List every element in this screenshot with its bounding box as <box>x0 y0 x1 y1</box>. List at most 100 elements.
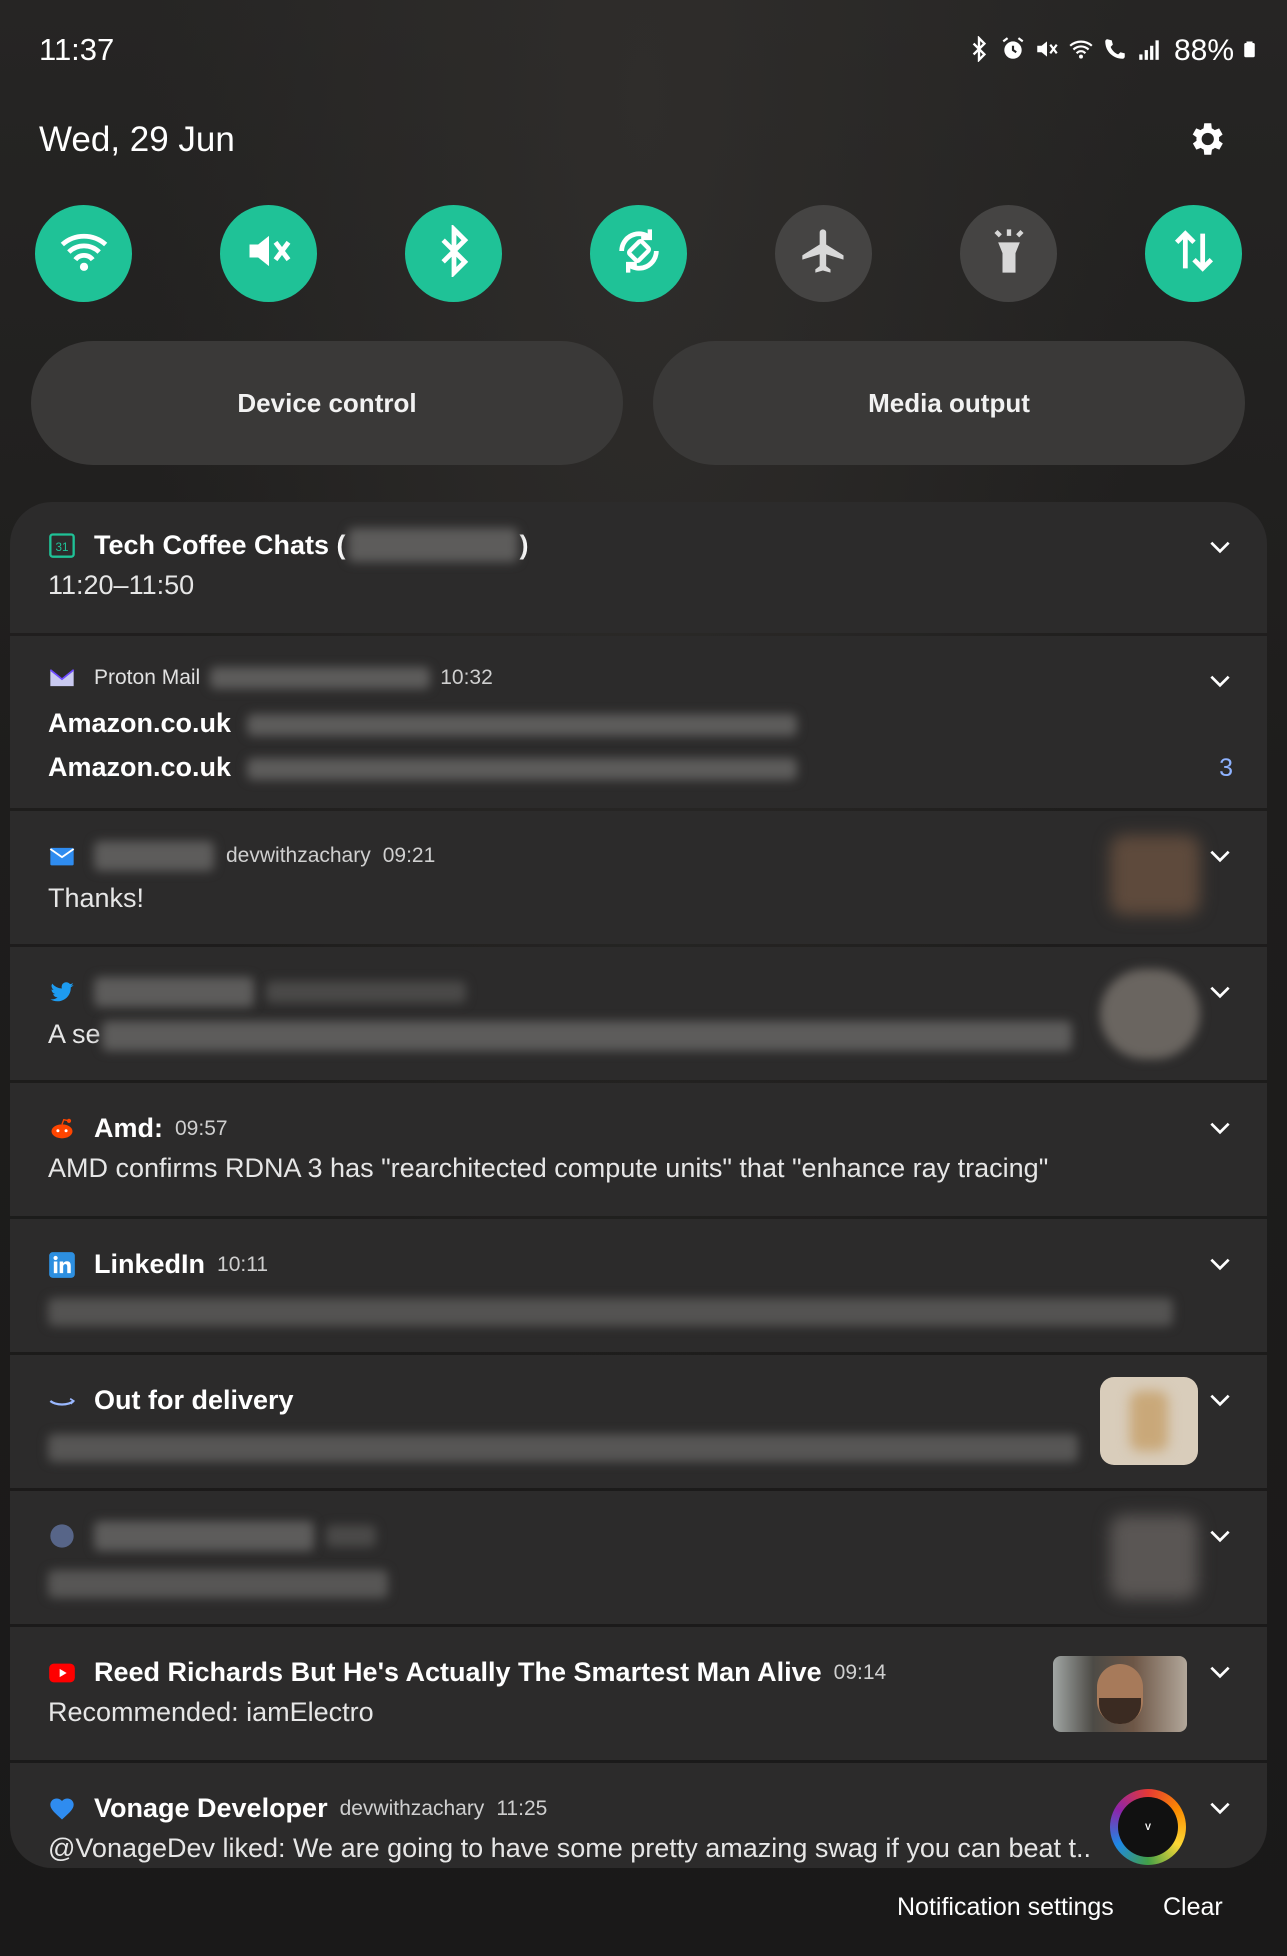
chevron-down-icon[interactable] <box>1207 1115 1233 1141</box>
tile-wifi[interactable] <box>35 205 132 302</box>
notification-list: 31 Tech Coffee Chats ( ) 11:20–11:50 Pro… <box>10 502 1267 1868</box>
notification-body: Recommended: iamElectro <box>48 1697 374 1727</box>
notification-linkedin[interactable]: LinkedIn 10:11 <box>10 1219 1267 1352</box>
chevron-down-icon[interactable] <box>1207 1795 1233 1821</box>
notification-time: 09:21 <box>382 844 436 867</box>
proton-mail-icon <box>48 664 76 692</box>
svg-text:31: 31 <box>56 541 69 554</box>
notification-title: Out for delivery <box>94 1385 294 1415</box>
chevron-down-icon[interactable] <box>1207 1523 1233 1549</box>
wifi-call-icon <box>1102 36 1128 67</box>
screenshot-app-icon <box>48 1522 76 1550</box>
linkedin-icon <box>48 1251 76 1279</box>
bluetooth-status-icon <box>966 34 992 67</box>
notification-body-start: A se <box>48 1019 101 1049</box>
redacted-body <box>48 1569 388 1598</box>
vonage-avatar: V <box>1110 1789 1186 1865</box>
notification-title: Reed Richards But He's Actually The Smar… <box>94 1657 822 1687</box>
airplane-icon <box>798 225 850 282</box>
heart-icon <box>48 1795 76 1823</box>
redacted-subject <box>246 757 797 780</box>
notification-amazon-delivery[interactable]: Out for delivery <box>10 1355 1267 1488</box>
media-output-button[interactable]: Media output <box>653 341 1245 465</box>
mute-icon <box>243 225 295 282</box>
redacted-meta <box>266 981 466 1003</box>
chevron-down-icon[interactable] <box>1207 1387 1233 1413</box>
notification-body: Thanks! <box>48 883 145 913</box>
notification-time: 09:57 <box>175 1116 228 1140</box>
calendar-icon: 31 <box>48 531 76 559</box>
notification-title: Tech Coffee Chats ( <box>94 529 346 560</box>
product-thumbnail <box>1100 1377 1198 1465</box>
app-name: Proton Mail <box>94 666 201 689</box>
chevron-down-icon[interactable] <box>1207 1659 1233 1685</box>
alarm-icon <box>1000 36 1026 67</box>
sender-name: Amazon.co.uk <box>48 752 232 782</box>
device-control-button[interactable]: Device control <box>31 341 623 465</box>
redacted-delivery-details <box>48 1433 1078 1462</box>
redacted-email <box>210 667 431 689</box>
notification-title: Amd: <box>94 1113 163 1143</box>
notification-vonage[interactable]: Vonage Developer devwithzachary 11:25 @V… <box>10 1763 1267 1868</box>
settings-gear-icon[interactable] <box>1185 118 1227 160</box>
tile-flashlight[interactable] <box>960 205 1057 302</box>
notification-time: 09:14 <box>833 1660 887 1684</box>
notification-time: 11:25 <box>496 1796 548 1820</box>
sender-avatar <box>1110 835 1200 915</box>
notification-title-end: ) <box>519 529 529 560</box>
wifi-status-icon <box>1068 36 1094 67</box>
notification-body: @VonageDev liked: We are going to have s… <box>48 1833 1091 1863</box>
notification-email[interactable]: devwithzachary 09:21 Thanks! <box>10 811 1267 944</box>
tile-airplane[interactable] <box>775 205 872 302</box>
screenshot-thumbnail <box>1110 1515 1198 1599</box>
sender-name: Amazon.co.uk <box>48 708 232 738</box>
bluetooth-icon <box>428 223 480 282</box>
youtube-icon <box>48 1659 76 1687</box>
notification-title: LinkedIn <box>94 1249 206 1279</box>
chevron-down-icon[interactable] <box>1207 668 1233 694</box>
date-label: Wed, 29 Jun <box>39 120 235 159</box>
mail-icon <box>48 842 76 870</box>
redacted-subject <box>246 713 797 736</box>
twitter-bird-icon <box>48 978 76 1006</box>
redacted-username <box>94 977 254 1007</box>
tile-sound[interactable] <box>220 205 317 302</box>
notification-time: 10:11 <box>217 1252 269 1276</box>
redacted-name <box>347 528 518 562</box>
notification-proton-mail[interactable]: Proton Mail 10:32 Amazon.co.uk Amazon.co… <box>10 636 1267 808</box>
redacted-sender <box>94 841 214 871</box>
notification-title: Vonage Developer <box>94 1793 328 1823</box>
rotate-icon <box>613 225 665 282</box>
redacted-tweet-text <box>102 1020 1073 1051</box>
chevron-down-icon[interactable] <box>1207 843 1233 869</box>
notification-screenshot[interactable] <box>10 1491 1267 1624</box>
video-thumbnail <box>1053 1656 1187 1732</box>
notification-settings-link[interactable]: Notification settings <box>897 1893 1114 1922</box>
tile-mobile-data[interactable] <box>1145 205 1242 302</box>
notification-reddit[interactable]: Amd: 09:57 AMD confirms RDNA 3 has "rear… <box>10 1083 1267 1216</box>
account-name: devwithzachary <box>339 1796 485 1820</box>
message-count-badge: 3 <box>1219 754 1233 782</box>
battery-percentage: 88% <box>1173 34 1234 67</box>
battery-icon <box>1242 35 1260 68</box>
status-time: 11:37 <box>39 32 115 67</box>
redacted-post-text <box>48 1297 1173 1326</box>
notification-calendar[interactable]: 31 Tech Coffee Chats ( ) 11:20–11:50 <box>10 502 1267 633</box>
account-name: devwithzachary <box>226 844 371 867</box>
tile-bluetooth[interactable] <box>405 205 502 302</box>
redacted-time <box>326 1525 376 1547</box>
chevron-down-icon[interactable] <box>1207 979 1233 1005</box>
chevron-down-icon[interactable] <box>1207 1251 1233 1277</box>
signal-icon <box>1136 36 1162 67</box>
status-icons: 88% <box>966 34 1260 68</box>
flashlight-icon <box>983 225 1035 282</box>
notification-youtube[interactable]: Reed Richards But He's Actually The Smar… <box>10 1627 1267 1760</box>
data-arrows-icon <box>1168 225 1220 282</box>
notification-body: AMD confirms RDNA 3 has "rearchitected c… <box>48 1153 1049 1183</box>
tile-auto-rotate[interactable] <box>590 205 687 302</box>
profile-avatar <box>1100 969 1200 1059</box>
notification-twitter[interactable]: A se <box>10 947 1267 1080</box>
mute-status-icon <box>1034 36 1060 67</box>
chevron-down-icon[interactable] <box>1207 534 1233 560</box>
clear-all-button[interactable]: Clear <box>1163 1893 1223 1922</box>
